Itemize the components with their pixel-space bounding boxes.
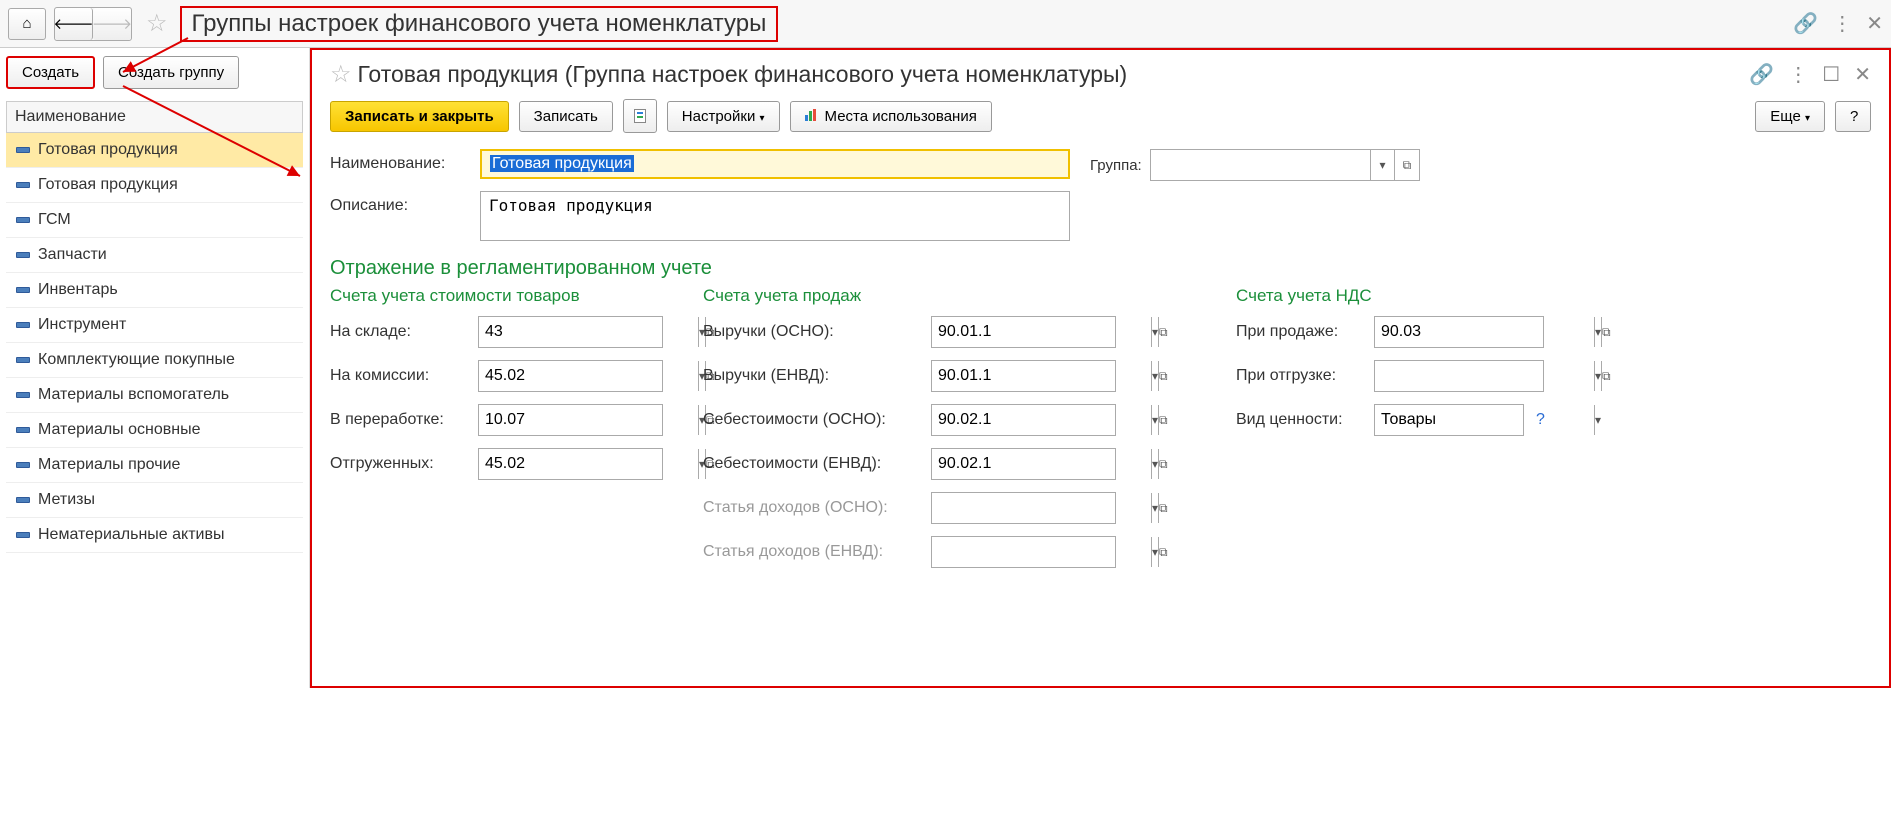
description-input[interactable] — [480, 191, 1070, 241]
page-title: Группы настроек финансового учета номенк… — [180, 6, 779, 42]
expand-icon[interactable]: ⧉ — [1394, 150, 1419, 180]
usage-button[interactable]: Места использования — [790, 101, 992, 132]
top-bar: ⌂ 🡐 🡒 ☆ Группы настроек финансового учет… — [0, 0, 1891, 48]
save-close-button[interactable]: Записать и закрыть — [330, 101, 509, 132]
commission-combo[interactable]: ▾⧉ — [478, 360, 663, 392]
help-button[interactable]: ? — [1835, 101, 1871, 132]
kebab-icon[interactable]: ⋮ — [1832, 11, 1852, 36]
list-item[interactable]: Готовая продукция — [6, 168, 303, 203]
close-icon[interactable]: ✕ — [1866, 11, 1883, 36]
chevron-down-icon[interactable]: ▾ — [1151, 317, 1158, 347]
expand-icon[interactable]: ⧉ — [1158, 361, 1168, 391]
chevron-down-icon[interactable]: ▾ — [1594, 317, 1601, 347]
warehouse-combo[interactable]: ▾⧉ — [478, 316, 663, 348]
list-item[interactable]: Нематериальные активы — [6, 518, 303, 553]
cost-envd-combo[interactable]: ▾⧉ — [931, 448, 1116, 480]
expand-icon[interactable]: ⧉ — [1158, 317, 1168, 347]
income-osno-combo[interactable]: ▾⧉ — [931, 492, 1116, 524]
chevron-down-icon[interactable]: ▾ — [1370, 150, 1395, 180]
link-icon[interactable]: 🔗 — [1793, 11, 1818, 36]
vat-accounts-col: Счета учета НДС При продаже: ▾⧉ При отгр… — [1236, 286, 1545, 448]
list-item[interactable]: Метизы — [6, 483, 303, 518]
chevron-down-icon[interactable]: ▾ — [1594, 405, 1601, 435]
list-item[interactable]: Готовая продукция — [6, 133, 303, 168]
vat-ship-combo[interactable]: ▾⧉ — [1374, 360, 1544, 392]
chevron-down-icon[interactable]: ▾ — [1151, 361, 1158, 391]
settings-dropdown[interactable]: Настройки ▾ — [667, 101, 780, 132]
chevron-down-icon[interactable]: ▾ — [1151, 537, 1158, 567]
chevron-down-icon[interactable]: ▾ — [1151, 449, 1158, 479]
close-icon[interactable]: ✕ — [1854, 62, 1871, 87]
list-item[interactable]: Материалы основные — [6, 413, 303, 448]
list-item[interactable]: Комплектующие покупные — [6, 343, 303, 378]
form-title: Готовая продукция (Группа настроек финан… — [358, 61, 1750, 88]
list-item[interactable]: Инвентарь — [6, 273, 303, 308]
list-item[interactable]: Запчасти — [6, 238, 303, 273]
create-group-button[interactable]: Создать группу — [103, 56, 239, 89]
back-button[interactable]: 🡐 — [55, 8, 93, 40]
vat-sale-combo[interactable]: ▾⧉ — [1374, 316, 1544, 348]
chevron-down-icon[interactable]: ▾ — [1594, 361, 1601, 391]
kebab-icon[interactable]: ⋮ — [1788, 62, 1808, 87]
chevron-down-icon: ▾ — [760, 113, 765, 124]
chevron-down-icon: ▾ — [1805, 113, 1810, 124]
sidebar-list: Готовая продукция Готовая продукция ГСМ … — [6, 133, 303, 553]
chevron-down-icon[interactable]: ▾ — [1151, 405, 1158, 435]
vat-title: Счета учета НДС — [1236, 286, 1545, 306]
group-label: Группа: — [1090, 157, 1142, 174]
rev-osno-combo[interactable]: ▾⧉ — [931, 316, 1116, 348]
expand-icon[interactable]: ⧉ — [1158, 405, 1168, 435]
shipped-combo[interactable]: ▾⧉ — [478, 448, 663, 480]
star-icon[interactable]: ☆ — [330, 60, 352, 89]
expand-icon[interactable]: ⧉ — [1601, 361, 1611, 391]
income-envd-combo[interactable]: ▾⧉ — [931, 536, 1116, 568]
list-item[interactable]: Материалы прочие — [6, 448, 303, 483]
sales-accounts-col: Счета учета продаж Выручки (ОСНО): ▾⧉ Вы… — [703, 286, 1116, 580]
create-button[interactable]: Создать — [6, 56, 95, 89]
report-icon-button[interactable] — [623, 99, 657, 133]
expand-icon[interactable]: ⧉ — [1601, 317, 1611, 347]
expand-icon[interactable]: ⧉ — [1158, 537, 1168, 567]
sidebar: Создать Создать группу Наименование Гото… — [0, 48, 310, 688]
star-icon[interactable]: ☆ — [146, 9, 168, 38]
list-item[interactable]: Материалы вспомогатель — [6, 378, 303, 413]
description-label: Описание: — [330, 191, 480, 215]
list-item[interactable]: ГСМ — [6, 203, 303, 238]
cost-osno-combo[interactable]: ▾⧉ — [931, 404, 1116, 436]
chevron-down-icon[interactable]: ▾ — [1151, 493, 1158, 523]
home-button[interactable]: ⌂ — [8, 8, 46, 40]
processing-combo[interactable]: ▾⧉ — [478, 404, 663, 436]
form-panel: ☆ Готовая продукция (Группа настроек фин… — [310, 48, 1891, 688]
forward-button[interactable]: 🡒 — [93, 8, 131, 40]
help-icon[interactable]: ? — [1536, 411, 1545, 429]
rev-envd-combo[interactable]: ▾⧉ — [931, 360, 1116, 392]
expand-icon[interactable]: ⧉ — [1158, 449, 1168, 479]
cost-accounts-col: Счета учета стоимости товаров На складе:… — [330, 286, 663, 492]
group-combo[interactable]: ▾ ⧉ — [1150, 149, 1420, 181]
name-label: Наименование: — [330, 149, 480, 173]
list-item[interactable]: Инструмент — [6, 308, 303, 343]
section-title: Отражение в регламентированном учете — [330, 257, 1871, 280]
value-type-combo[interactable]: ▾ — [1374, 404, 1524, 436]
toolbar: Записать и закрыть Записать Настройки ▾ … — [330, 99, 1871, 133]
sales-title: Счета учета продаж — [703, 286, 1116, 306]
save-button[interactable]: Записать — [519, 101, 613, 132]
link-icon[interactable]: 🔗 — [1749, 62, 1774, 87]
more-dropdown[interactable]: Еще ▾ — [1755, 101, 1825, 132]
expand-icon[interactable]: ⧉ — [1158, 493, 1168, 523]
list-header[interactable]: Наименование — [6, 101, 303, 133]
name-input[interactable]: Готовая продукция — [480, 149, 1070, 179]
maximize-icon[interactable]: ☐ — [1822, 62, 1840, 87]
cost-title: Счета учета стоимости товаров — [330, 286, 663, 306]
